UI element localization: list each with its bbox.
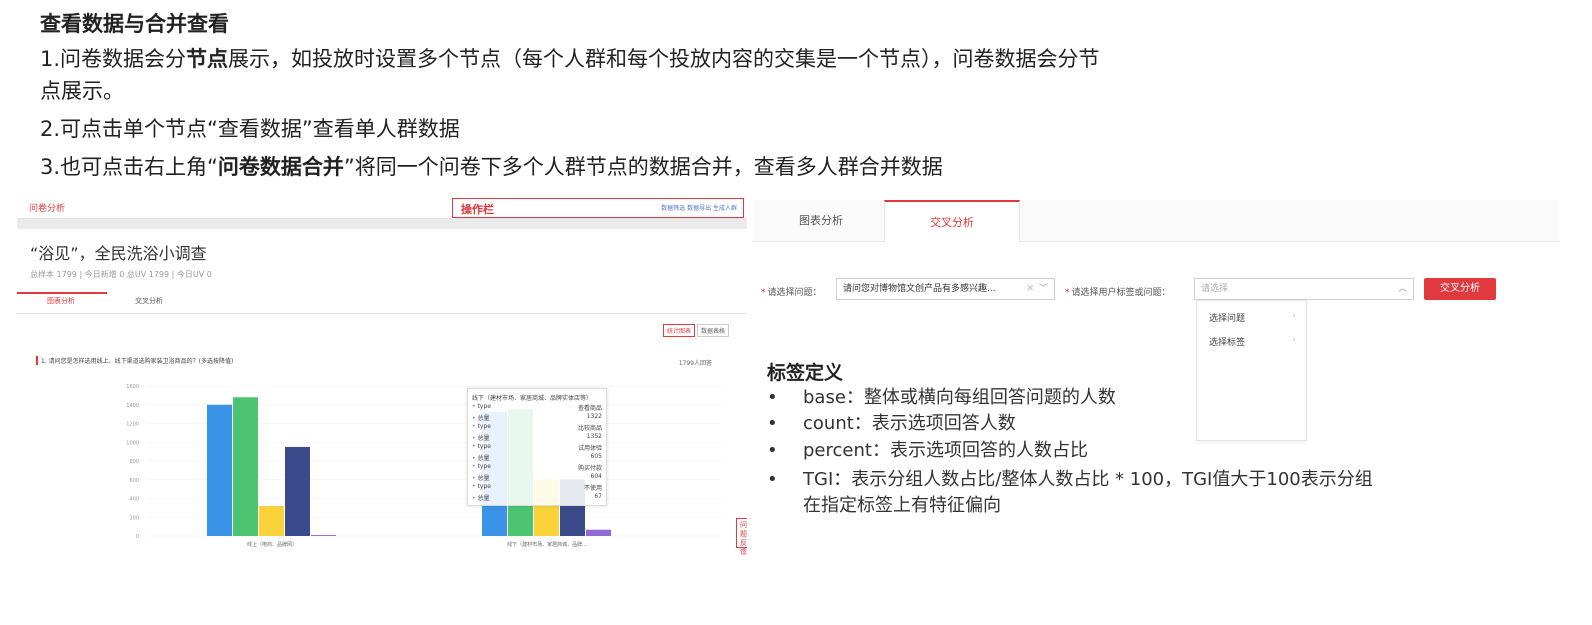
y-tick-label: 800 bbox=[129, 459, 139, 465]
tab-chart-analysis[interactable]: 图表分析 bbox=[753, 200, 889, 242]
definition-bullet-base: • base：整体或横向每组回答问题的人数 bbox=[767, 387, 1116, 408]
tooltip-row: • 总量 1322 bbox=[472, 413, 602, 422]
tooltip-row: • type 查看商品 bbox=[472, 403, 602, 412]
view-toggle: 统计图表 数据表格 bbox=[661, 324, 729, 337]
y-tick-label: 1000 bbox=[126, 440, 139, 446]
tag-select-dropdown: 选择问题 › 选择标签 › bbox=[1196, 300, 1307, 441]
doc-line-1: 1.问卷数据会分节点展示，如投放时设置多个节点（每个人群和每个投放内容的交集是一… bbox=[40, 47, 1100, 71]
operations-bar-label: 操作栏 bbox=[461, 203, 494, 216]
tooltip-row: • 总量 604 bbox=[472, 473, 602, 482]
respondent-count: 1799人回答 bbox=[678, 360, 712, 367]
chevron-right-icon: › bbox=[1292, 335, 1296, 345]
operations-links[interactable]: 数据筛选 数据导出 生成人群 bbox=[661, 203, 737, 212]
tooltip-key: • type bbox=[472, 443, 491, 450]
definition-bullet-tgi-cont: 在指定标签上有特征偏向 bbox=[803, 495, 1001, 516]
tab-cross-analysis[interactable]: 交叉分析 bbox=[135, 296, 163, 306]
question-select[interactable]: 请问您对博物馆文创产品有多感兴趣... ✕ ﹀ bbox=[836, 278, 1055, 300]
table-view-button[interactable]: 数据表格 bbox=[696, 324, 729, 337]
tooltip-row: • 总量 605 bbox=[472, 453, 602, 462]
header-divider bbox=[17, 219, 747, 229]
tab-chart-analysis[interactable]: 图表分析 bbox=[47, 296, 75, 306]
tooltip-key: • type bbox=[472, 483, 491, 490]
chevron-right-icon: › bbox=[1292, 311, 1296, 321]
y-tick-label: 1600 bbox=[126, 384, 139, 390]
tooltip-key: • type bbox=[472, 463, 491, 470]
tooltip-value: 比较商品 bbox=[577, 425, 602, 432]
question-title: 1. 请问您是怎样选用线上、线下渠道选购家装卫浴商品的？(多选按降值) bbox=[36, 356, 233, 365]
tooltip-row: • type 试用体验 bbox=[472, 443, 602, 452]
active-tab-indicator bbox=[17, 292, 107, 294]
dropdown-item-question[interactable]: 选择问题 bbox=[1209, 311, 1245, 324]
survey-analysis-panel: 问卷分析 操作栏 数据筛选 数据导出 生成人群 “浴见”，全民洗浴小调查 总样本… bbox=[17, 196, 747, 556]
tooltip-value: 试用体验 bbox=[577, 445, 602, 452]
tooltip-key: • 总量 bbox=[472, 435, 490, 442]
chart-view-button[interactable]: 统计图表 bbox=[662, 324, 695, 337]
tooltip-key: • 总量 bbox=[472, 415, 490, 422]
analysis-tabs: 图表分析 交叉分析 bbox=[17, 292, 747, 314]
dropdown-item-tag[interactable]: 选择标签 bbox=[1209, 335, 1245, 348]
app-header: 问卷分析 操作栏 数据筛选 数据导出 生成人群 bbox=[17, 196, 747, 219]
analysis-tabs: 图表分析 交叉分析 bbox=[753, 200, 1559, 243]
y-tick-label: 1400 bbox=[126, 403, 139, 409]
tooltip-row: • type 比较商品 bbox=[472, 423, 602, 432]
cross-analysis-panel: 图表分析 交叉分析 * 请选择问题： 请问您对博物馆文创产品有多感兴趣... ✕ … bbox=[753, 196, 1559, 546]
tooltip-row: • 总量 1352 bbox=[472, 433, 602, 442]
tooltip-key: • 总量 bbox=[472, 495, 490, 502]
close-icon[interactable]: ✕ bbox=[1026, 279, 1034, 299]
tooltip-key: • 总量 bbox=[472, 475, 490, 482]
bar[interactable] bbox=[233, 397, 258, 536]
bar[interactable] bbox=[586, 529, 611, 536]
tooltip-value: 604 bbox=[590, 473, 602, 480]
doc-line-2: 2.可点击单个节点“查看数据”查看单人群数据 bbox=[40, 117, 460, 141]
bar[interactable] bbox=[259, 506, 284, 536]
x-category-label: 线上（电商、品牌网） bbox=[247, 541, 297, 548]
operations-bar: 操作栏 数据筛选 数据导出 生成人群 bbox=[452, 198, 744, 218]
tooltip-value: 1322 bbox=[586, 413, 602, 420]
tooltip-value: 67 bbox=[594, 493, 602, 500]
tag-select-label: * 请选择用户标签或问题： bbox=[1065, 288, 1171, 298]
tooltip-value: 605 bbox=[590, 453, 602, 460]
bar[interactable] bbox=[285, 446, 310, 536]
doc-line-3: 3.也可点击右上角“问卷数据合并”将同一个问卷下多个人群节点的数据合并，查看多人… bbox=[40, 155, 943, 179]
tooltip-row: • 总量 67 bbox=[472, 493, 602, 502]
definition-bullet-tgi: • TGI：表示分组人数占比/整体人数占比 * 100，TGI值大于100表示分组 bbox=[767, 469, 1373, 490]
doc-title: 查看数据与合并查看 bbox=[40, 12, 229, 36]
definition-bullet-count: • count：表示选项回答人数 bbox=[767, 413, 1016, 434]
x-category-label: 线下（建材市场、家居商城、品牌... bbox=[507, 541, 587, 548]
tooltip-value: 查看商品 bbox=[577, 405, 602, 412]
tooltip-row: • type 购买付款 bbox=[472, 463, 602, 472]
survey-title: “浴见”，全民洗浴小调查 bbox=[30, 244, 207, 263]
bar[interactable] bbox=[207, 404, 232, 536]
tooltip-row: • type 不使用 bbox=[472, 483, 602, 492]
tooltip-value: 1352 bbox=[586, 433, 602, 440]
tab-cross-analysis[interactable]: 交叉分析 bbox=[884, 200, 1020, 243]
tooltip-key: • type bbox=[472, 403, 491, 410]
y-tick-label: 400 bbox=[129, 497, 139, 503]
y-tick-label: 1200 bbox=[126, 422, 139, 428]
tooltip-value: 不使用 bbox=[583, 485, 602, 492]
y-tick-label: 200 bbox=[129, 515, 139, 521]
cross-analysis-button[interactable]: 交叉分析 bbox=[1424, 278, 1496, 300]
survey-stats: 总样本 1799 | 今日新增 0 总UV 1799 | 今日UV 0 bbox=[30, 270, 212, 279]
tooltip-title: 线下（建材市场、家居商城、品牌实体店等） bbox=[472, 395, 593, 402]
chart-tooltip: 线下（建材市场、家居商城、品牌实体店等） • type 查看商品 • 总量 1322 • ty… bbox=[467, 388, 607, 506]
app-brand[interactable]: 问卷分析 bbox=[29, 201, 65, 214]
tooltip-value: 购买付款 bbox=[577, 465, 602, 472]
y-tick-label: 600 bbox=[129, 478, 139, 484]
tag-select[interactable]: 请选择 ︿ bbox=[1194, 278, 1414, 300]
chevron-down-icon: ﹀ bbox=[1038, 284, 1048, 294]
chevron-up-icon: ︿ bbox=[1397, 284, 1407, 294]
y-tick-label: 0 bbox=[136, 534, 139, 540]
doc-line-1-cont: 点展示。 bbox=[40, 79, 124, 103]
definition-bullet-percent: • percent：表示选项回答的人数占比 bbox=[767, 440, 1088, 461]
bar[interactable] bbox=[311, 535, 336, 536]
tag-definition-title: 标签定义 bbox=[767, 362, 844, 384]
tooltip-key: • type bbox=[472, 423, 491, 430]
feedback-button[interactable]: 问题反馈 bbox=[736, 518, 747, 556]
tooltip-key: • 总量 bbox=[472, 455, 490, 462]
question-select-label: * 请选择问题： bbox=[761, 288, 822, 298]
bar-chart: 0 200 400 600 800 1000 1200 1400 1600 线上（电商、品牌网） 线… bbox=[126, 384, 722, 548]
